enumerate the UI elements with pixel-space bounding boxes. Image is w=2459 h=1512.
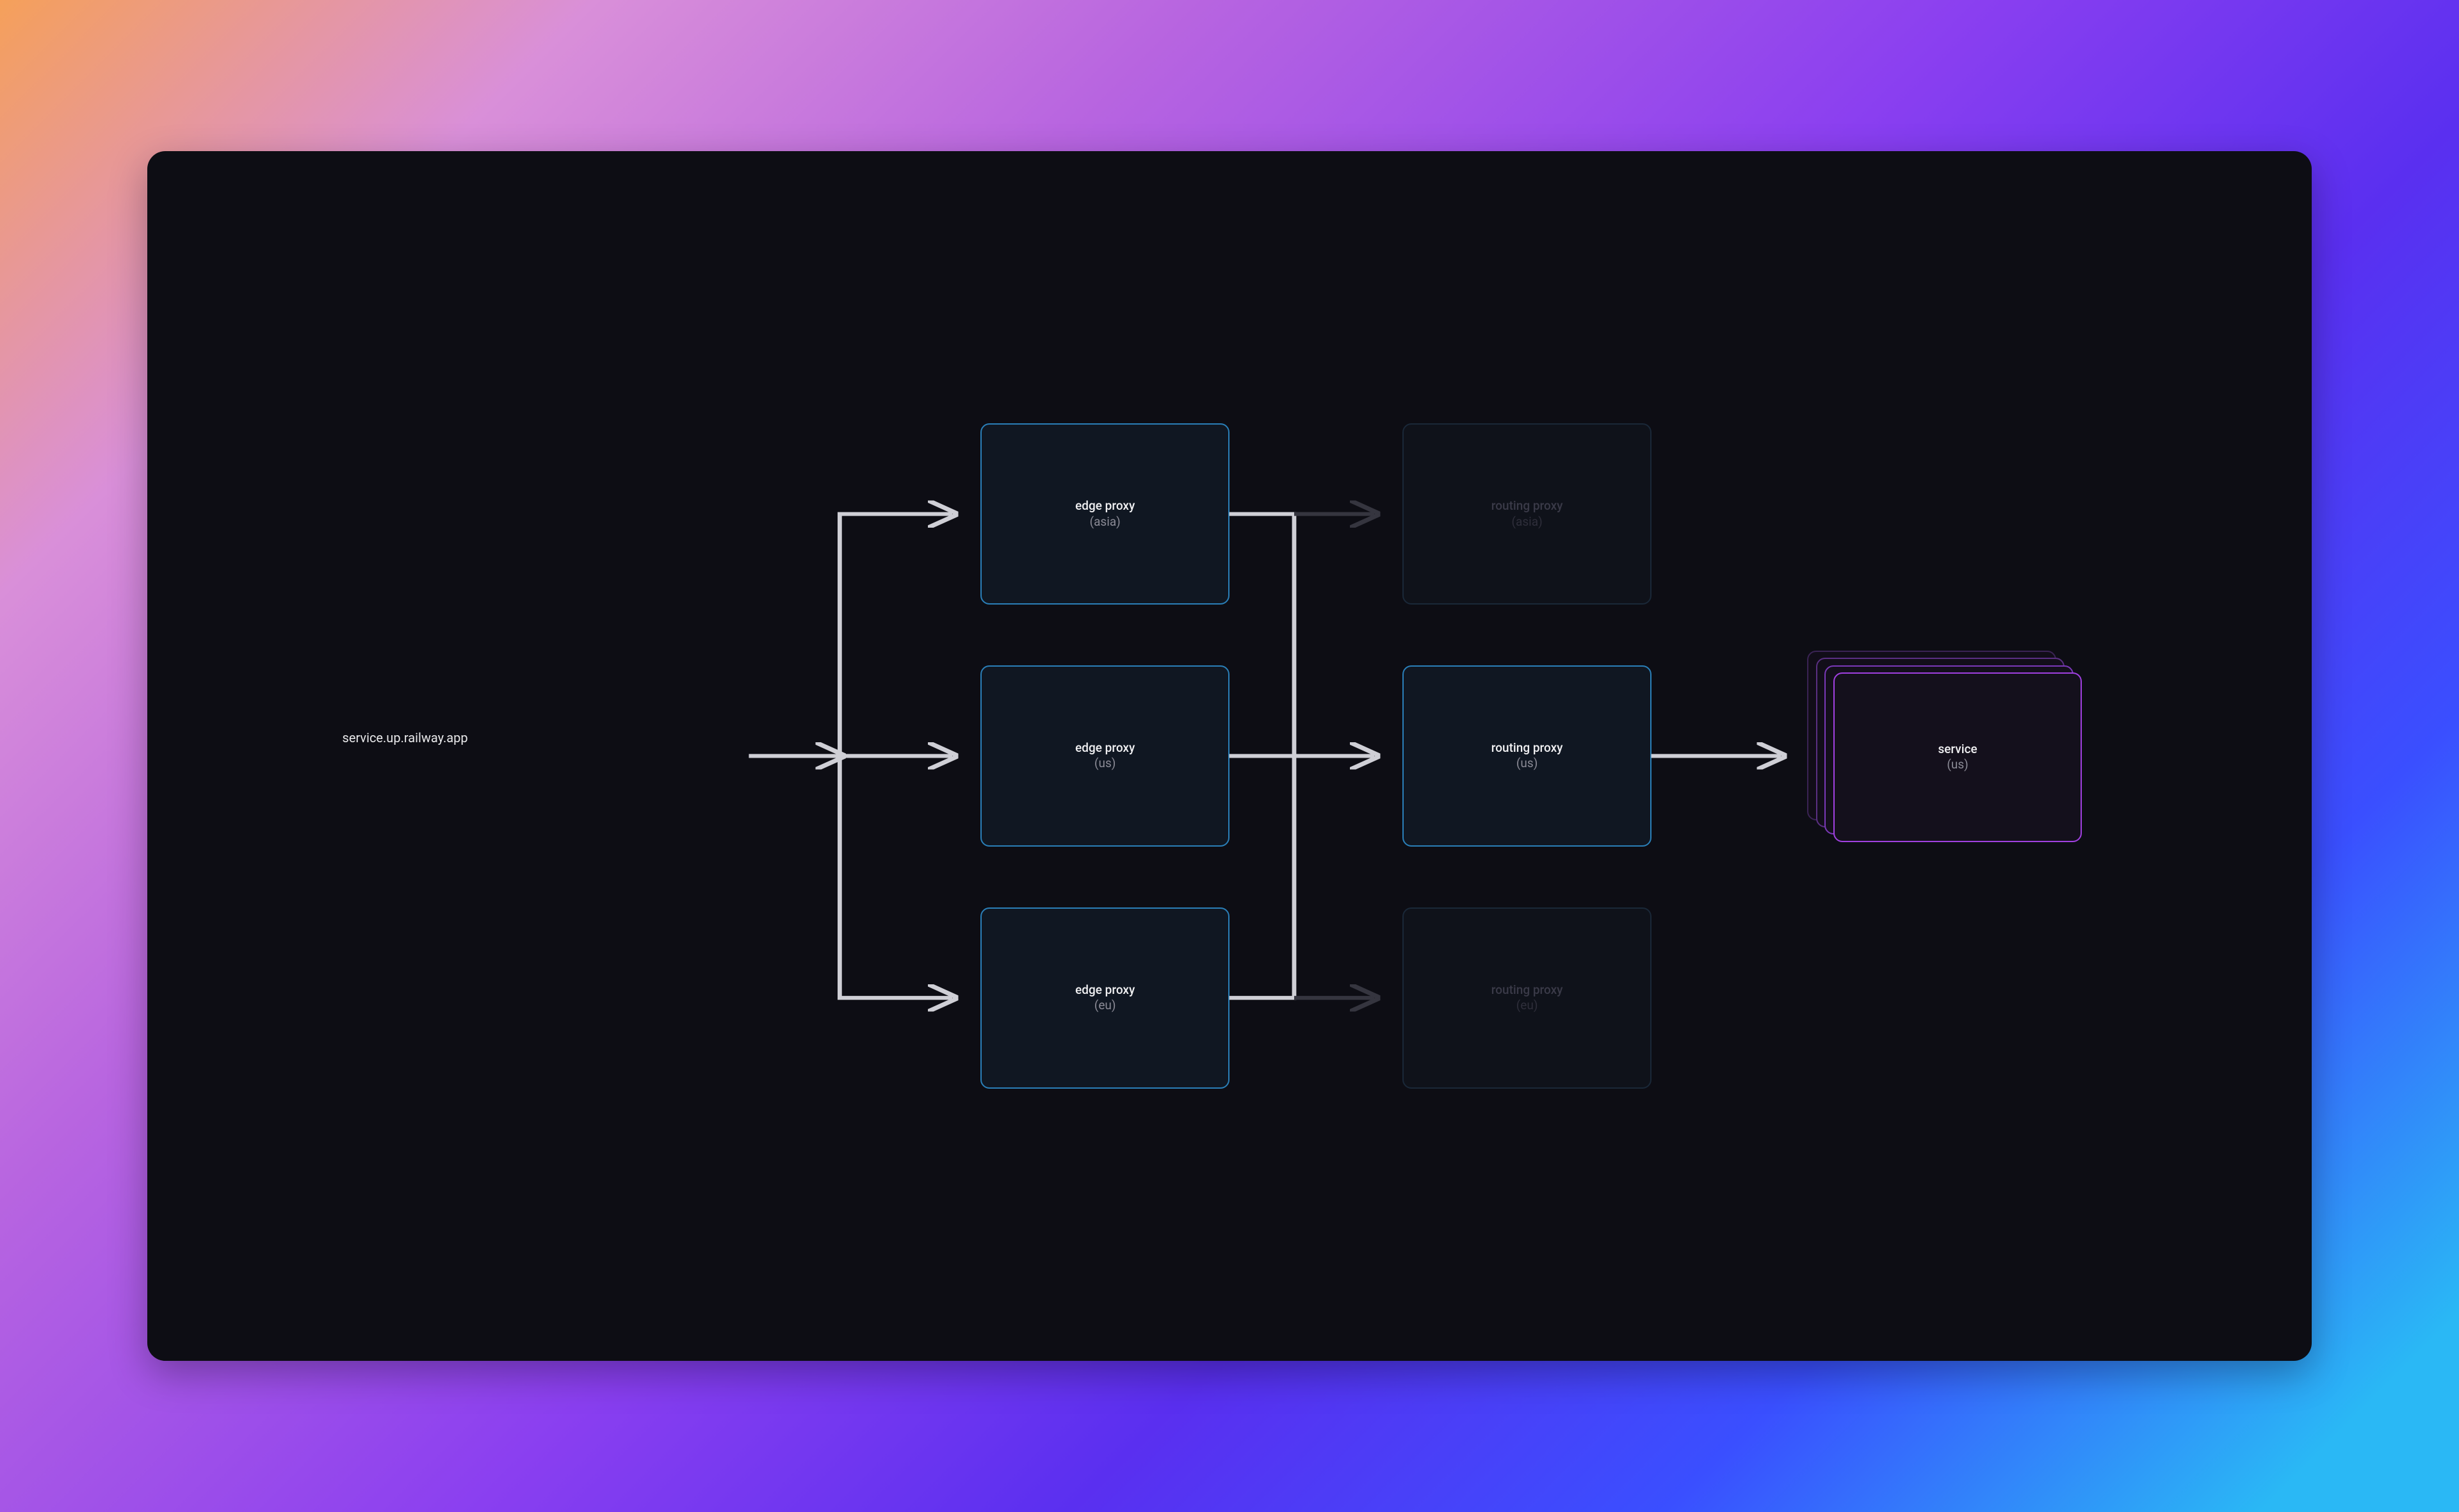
source-domain-label: service.up.railway.app: [343, 730, 468, 745]
diagram-card: service.up.railway.app edge proxy (asia)…: [147, 151, 2311, 1361]
node-region: (us): [1947, 757, 1968, 773]
arrow-source-to-edge-eu: [840, 756, 953, 998]
node-region: (asia): [1090, 514, 1121, 530]
node-title: edge proxy: [1075, 740, 1135, 756]
node-title: routing proxy: [1491, 740, 1563, 756]
arrow-edge-asia-join: [1230, 514, 1294, 756]
network-diagram: service.up.railway.app edge proxy (asia)…: [147, 151, 2311, 1361]
arrow-source-to-edge-asia: [840, 514, 953, 756]
routing-proxy-asia: routing proxy (asia): [1402, 423, 1652, 605]
node-region: (us): [1516, 756, 1538, 772]
node-region: (eu): [1516, 998, 1538, 1014]
arrow-edge-eu-join: [1230, 756, 1294, 998]
edge-proxy-us: edge proxy (us): [980, 665, 1230, 847]
routing-proxy-eu: routing proxy (eu): [1402, 907, 1652, 1089]
node-title: routing proxy: [1491, 982, 1563, 998]
node-title: edge proxy: [1075, 982, 1135, 998]
node-title: routing proxy: [1491, 498, 1563, 514]
service-node: service (us): [1833, 672, 2082, 841]
edge-proxy-eu: edge proxy (eu): [980, 907, 1230, 1089]
node-region: (eu): [1094, 998, 1116, 1014]
node-region: (us): [1094, 756, 1116, 772]
routing-proxy-us: routing proxy (us): [1402, 665, 1652, 847]
node-region: (asia): [1512, 514, 1543, 530]
node-title: edge proxy: [1075, 498, 1135, 514]
edge-proxy-asia: edge proxy (asia): [980, 423, 1230, 605]
node-title: service: [1938, 742, 1977, 758]
